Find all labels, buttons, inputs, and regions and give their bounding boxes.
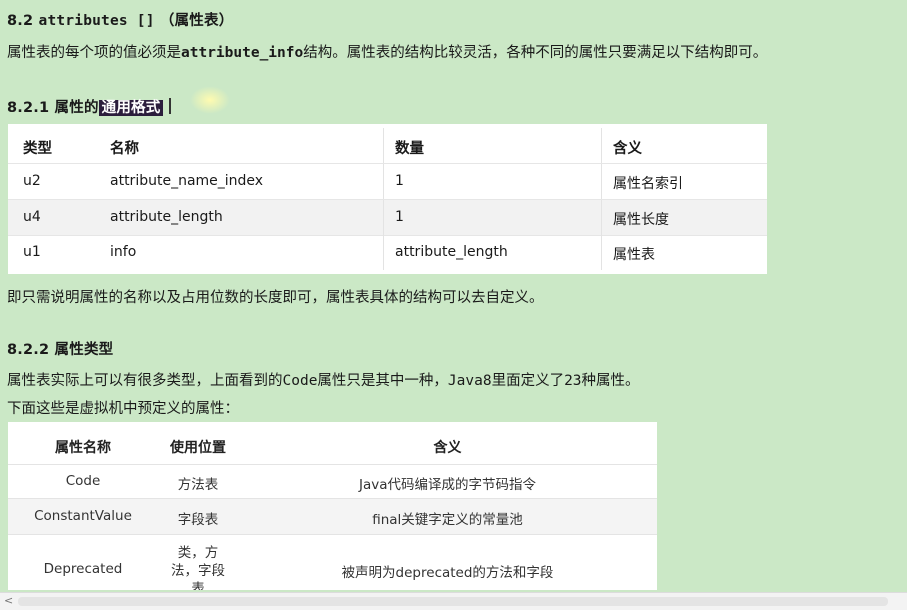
table-cell: info [110,244,137,260]
note-paragraph: 即只需说明属性的名称以及占用位数的长度即可，属性表具体的结构可以去自定义。 [7,290,544,306]
table-cell: 方法表 [177,477,219,493]
table-row: ConstantValue 字段表 final关键字定义的常量池 [8,499,657,534]
subsection-label: 属性类型 [54,342,114,358]
table-cell: ConstantValue [34,508,132,524]
table-cell: u4 [23,209,41,225]
scroll-left-arrow[interactable]: < [4,594,13,607]
intro-code: attribute_info [181,45,304,61]
predefined-attributes-paragraph: 下面这些是虚拟机中预定义的属性： [7,401,239,417]
para-text: 属性只是其中一种， [317,373,448,389]
table-row: Code 方法表 Java代码编译成的字节码指令 [8,465,657,499]
table-cell: 字段表 [177,512,219,528]
horizontal-scrollbar[interactable]: < [0,592,907,610]
table-cell: u2 [23,173,41,189]
table-row: u4 attribute_length 1 属性长度 [8,200,767,235]
table-row: Deprecated 类，方 法，字段 表 被声明为deprecated的方法和… [8,535,657,590]
table-cell: attribute_name_index [110,173,264,189]
subsection-title-general-format: 8.2.1 属性的 通用格式 [7,96,172,117]
section-title: 8.2 attributes [] （属性表） [7,9,233,30]
section-number: 8.2 [7,13,34,29]
table-header-cell: 使用位置 [170,440,226,456]
table-header-cell: 含义 [613,141,642,157]
column-divider [383,164,384,199]
table-cell: attribute_length [395,244,508,260]
para-text: 里面定义了 [491,373,565,389]
para-code: Java8 [447,373,492,389]
table-header-row: 属性名称 使用位置 含义 [8,422,657,466]
table-cell: 属性名索引 [613,176,683,192]
intro-text-before: 属性表的每个项的值必须是 [7,45,181,61]
subsection-number: 8.2.1 [7,100,50,116]
table-header-cell: 名称 [110,141,139,157]
column-divider [383,128,384,163]
column-divider [601,128,602,163]
table-cell: 法，字段 [171,563,225,579]
table-cell: 1 [395,173,404,189]
column-divider [383,235,384,270]
subsection-label: 属性的 [54,100,99,116]
predefined-attributes-table: 属性名称 使用位置 含义 Code 方法表 Java代码编译成的字节码指令 Co… [8,422,657,590]
attribute-types-paragraph: 属性表实际上可以有很多类型，上面看到的Code属性只是其中一种，Java8里面定… [7,369,640,390]
table-header-cell: 属性名称 [55,440,111,456]
table-cell: 1 [395,209,404,225]
table-cell: u1 [23,244,41,260]
table-cell: final关键字定义的常量池 [372,512,523,528]
text-cursor [169,98,172,114]
column-divider [601,164,602,199]
subsection-title-attribute-types: 8.2.2 属性类型 [7,338,113,359]
table-header-row: 类型 名称 数量 含义 [8,128,767,163]
scrollbar-thumb[interactable] [18,597,888,606]
para-text: 种属性。 [581,373,640,389]
table-cell: 表 [191,581,205,590]
column-divider [601,200,602,235]
column-divider [383,200,384,235]
table-row: u1 info attribute_length 属性表 [8,235,767,270]
table-cell: Java代码编译成的字节码指令 [358,477,537,493]
table-cell: 属性长度 [613,212,669,228]
section-label: （属性表） [159,13,234,29]
para-code: Code [282,373,318,389]
table-header-cell: 类型 [23,141,52,157]
subsection-number: 8.2.2 [7,342,50,358]
para-text: 属性表实际上可以有很多类型，上面看到的 [7,373,283,389]
table-cell: Deprecated [43,561,123,577]
intro-text-after: 结构。属性表的结构比较灵活，各种不同的属性只要满足以下结构即可。 [303,45,768,61]
column-divider [601,235,602,270]
table-cell: Code [65,473,101,489]
table-row: u2 attribute_name_index 1 属性名索引 [8,164,767,199]
table-cell: 类，方 [177,545,219,561]
table-header-cell: 数量 [395,141,424,157]
attribute-format-table: 类型 名称 数量 含义 u2 attribute_name_index 1 属性… [8,124,767,274]
table-cell: attribute_length [110,209,223,225]
table-cell: 被声明为deprecated的方法和字段 [341,565,554,581]
intro-paragraph: 属性表的每个项的值必须是attribute_info结构。属性表的结构比较灵活，… [7,41,767,62]
table-header-cell: 含义 [433,440,462,456]
section-code: attributes [] [38,13,155,29]
table-cell: 属性表 [613,247,655,263]
para-number: 23 [564,373,582,389]
selected-text[interactable]: 通用格式 [98,100,164,116]
cursor-glow [190,86,230,114]
